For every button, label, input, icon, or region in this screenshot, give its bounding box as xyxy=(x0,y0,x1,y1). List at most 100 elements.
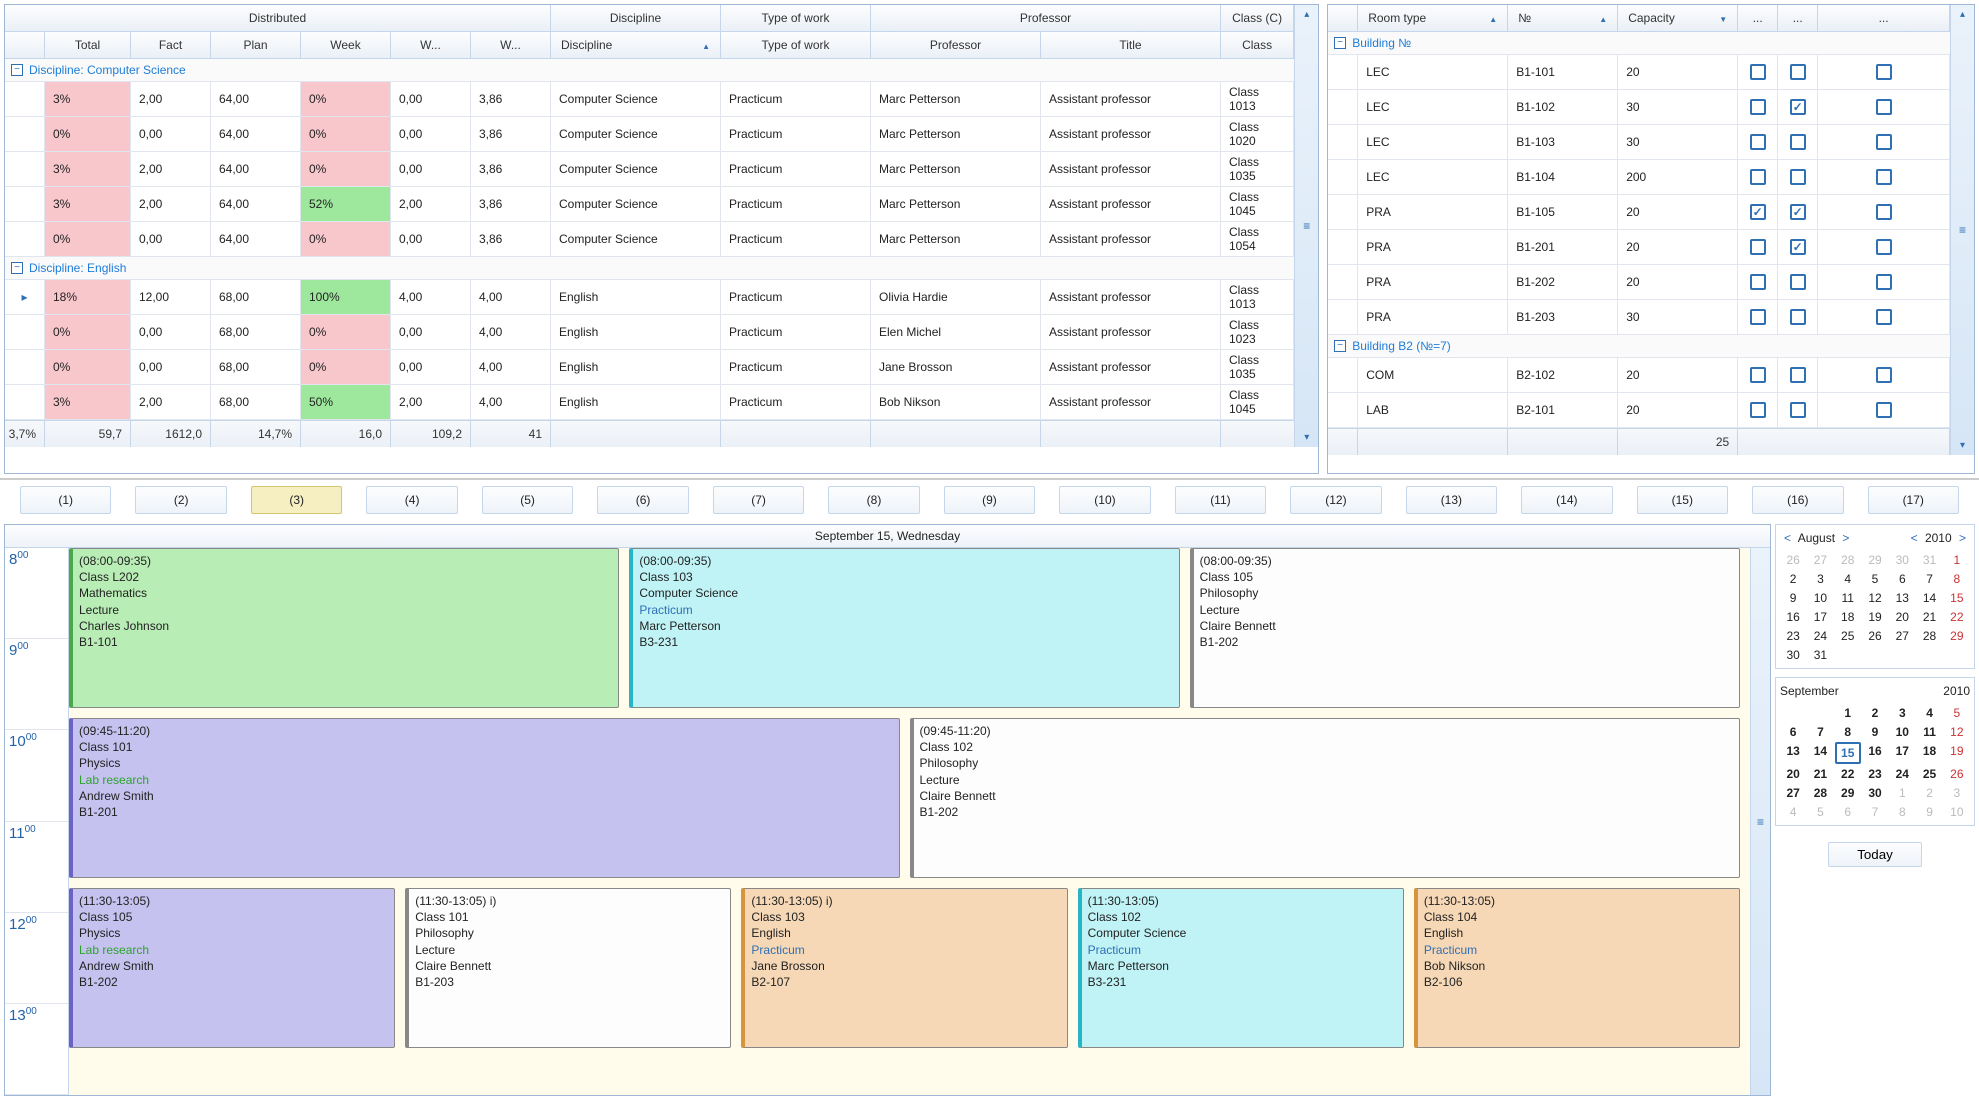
checkbox[interactable] xyxy=(1790,367,1806,383)
calendar-day[interactable]: 30 xyxy=(1862,784,1888,802)
calendar-day[interactable]: 29 xyxy=(1944,627,1970,645)
calendar-day[interactable]: 4 xyxy=(1780,803,1806,821)
prev-month-icon[interactable]: < xyxy=(1780,531,1795,545)
calendar-day[interactable]: 10 xyxy=(1807,589,1833,607)
calendar-day[interactable]: 10 xyxy=(1944,803,1970,821)
scroll-down-icon[interactable]: ▾ xyxy=(1300,428,1313,447)
calendar-day[interactable]: 13 xyxy=(1889,589,1915,607)
calendar-event[interactable]: (11:30-13:05)Class 105PhysicsLab researc… xyxy=(69,888,395,1048)
prev-year-icon[interactable]: < xyxy=(1907,531,1922,545)
left-grid-scrollbar[interactable]: ▴ ≡ ▾ xyxy=(1294,5,1318,447)
table-row[interactable]: 0% 0,00 68,00 0% 0,00 4,00 English Pract… xyxy=(5,350,1294,385)
week-button[interactable]: (17) xyxy=(1868,486,1959,514)
collapse-icon[interactable]: − xyxy=(1334,340,1346,352)
checkbox[interactable] xyxy=(1790,204,1806,220)
calendar-day[interactable]: 22 xyxy=(1944,608,1970,626)
col-week[interactable]: Week xyxy=(301,32,391,58)
checkbox[interactable] xyxy=(1750,204,1766,220)
col-type-of-work[interactable]: Type of work xyxy=(721,32,871,58)
calendar-day[interactable]: 16 xyxy=(1780,608,1806,626)
calendar-day[interactable]: 3 xyxy=(1807,570,1833,588)
col-fact[interactable]: Fact xyxy=(131,32,211,58)
table-row[interactable]: 3% 2,00 68,00 50% 2,00 4,00 English Prac… xyxy=(5,385,1294,420)
calendar-event[interactable]: (08:00-09:35)Class 105PhilosophyLectureC… xyxy=(1190,548,1740,708)
week-button[interactable]: (15) xyxy=(1637,486,1728,514)
week-button[interactable]: (9) xyxy=(944,486,1035,514)
week-button[interactable]: (8) xyxy=(828,486,919,514)
table-row[interactable]: LEC B1-103 30 xyxy=(1328,125,1950,160)
table-row[interactable]: 0% 0,00 64,00 0% 0,00 3,86 Computer Scie… xyxy=(5,222,1294,257)
calendar-day[interactable]: 7 xyxy=(1862,803,1888,821)
calendar-day[interactable]: 17 xyxy=(1807,608,1833,626)
week-button[interactable]: (16) xyxy=(1752,486,1843,514)
calendar-day[interactable]: 29 xyxy=(1835,784,1861,802)
calendar-day[interactable]: 23 xyxy=(1780,627,1806,645)
calendar-day[interactable]: 1 xyxy=(1835,704,1861,722)
table-row[interactable]: PRA B1-105 20 xyxy=(1328,195,1950,230)
calendar-day[interactable]: 24 xyxy=(1889,765,1915,783)
group-header-distributed[interactable]: Distributed xyxy=(5,5,551,31)
table-row[interactable]: COM B2-102 20 xyxy=(1328,358,1950,393)
calendar-day[interactable]: 2 xyxy=(1780,570,1806,588)
calendar-day[interactable]: 14 xyxy=(1807,742,1833,764)
calendar-day[interactable]: 21 xyxy=(1807,765,1833,783)
calendar-day[interactable]: 10 xyxy=(1889,723,1915,741)
col-plan[interactable]: Plan xyxy=(211,32,301,58)
calendar-day[interactable]: 30 xyxy=(1889,551,1915,569)
table-row[interactable]: LAB B2-101 20 xyxy=(1328,393,1950,428)
calendar-event[interactable]: (08:00-09:35)Class 103Computer SciencePr… xyxy=(629,548,1179,708)
scroll-grip-icon[interactable]: ≡ xyxy=(1757,815,1764,829)
calendar-day[interactable]: 13 xyxy=(1780,742,1806,764)
calendar-day[interactable]: 4 xyxy=(1916,704,1942,722)
col-check-3[interactable]: ... xyxy=(1818,5,1950,31)
week-button[interactable]: (4) xyxy=(366,486,457,514)
calendar-day[interactable]: 15 xyxy=(1944,589,1970,607)
table-row[interactable]: 0% 0,00 68,00 0% 0,00 4,00 English Pract… xyxy=(5,315,1294,350)
table-row[interactable]: LEC B1-102 30 xyxy=(1328,90,1950,125)
collapse-icon[interactable]: − xyxy=(1334,37,1346,49)
scroll-grip-icon[interactable]: ≡ xyxy=(1959,223,1966,237)
checkbox[interactable] xyxy=(1876,64,1892,80)
calendar-day[interactable]: 8 xyxy=(1889,803,1915,821)
today-button[interactable]: Today xyxy=(1828,842,1922,867)
col-title[interactable]: Title xyxy=(1041,32,1221,58)
table-row[interactable]: 0% 0,00 64,00 0% 0,00 3,86 Computer Scie… xyxy=(5,117,1294,152)
col-w2[interactable]: W... xyxy=(471,32,551,58)
checkbox[interactable] xyxy=(1790,274,1806,290)
checkbox[interactable] xyxy=(1876,309,1892,325)
calendar-day[interactable]: 1 xyxy=(1889,784,1915,802)
calendar-day[interactable]: 9 xyxy=(1780,589,1806,607)
col-check-2[interactable]: ... xyxy=(1778,5,1818,31)
calendar-day[interactable]: 14 xyxy=(1916,589,1942,607)
table-row[interactable]: 3% 2,00 64,00 0% 0,00 3,86 Computer Scie… xyxy=(5,82,1294,117)
calendar-day[interactable]: 12 xyxy=(1944,723,1970,741)
col-total[interactable]: Total xyxy=(45,32,131,58)
col-room-type[interactable]: Room type xyxy=(1358,5,1508,31)
calendar-day[interactable]: 31 xyxy=(1807,646,1833,664)
calendar-day[interactable]: 23 xyxy=(1862,765,1888,783)
checkbox[interactable] xyxy=(1790,169,1806,185)
week-button[interactable]: (6) xyxy=(597,486,688,514)
calendar-day[interactable]: 5 xyxy=(1944,704,1970,722)
calendar-day[interactable]: 17 xyxy=(1889,742,1915,764)
next-month-icon[interactable]: > xyxy=(1838,531,1853,545)
calendar-day[interactable]: 28 xyxy=(1807,784,1833,802)
calendar-day[interactable]: 3 xyxy=(1889,704,1915,722)
calendar-day[interactable]: 18 xyxy=(1835,608,1861,626)
calendar-day[interactable]: 7 xyxy=(1807,723,1833,741)
calendar-day[interactable]: 6 xyxy=(1780,723,1806,741)
calendar-day[interactable]: 12 xyxy=(1862,589,1888,607)
group-row[interactable]: −Discipline: English xyxy=(5,257,1294,280)
calendar-event[interactable]: (11:30-13:05)Class 102Computer SciencePr… xyxy=(1078,888,1404,1048)
group-row[interactable]: −Discipline: Computer Science xyxy=(5,59,1294,82)
calendar-day[interactable]: 28 xyxy=(1916,627,1942,645)
calendar-day[interactable] xyxy=(1780,704,1806,722)
calendar-day[interactable]: 11 xyxy=(1835,589,1861,607)
table-row[interactable]: PRA B1-201 20 xyxy=(1328,230,1950,265)
checkbox[interactable] xyxy=(1750,239,1766,255)
checkbox[interactable] xyxy=(1876,99,1892,115)
calendar-day[interactable]: 19 xyxy=(1862,608,1888,626)
checkbox[interactable] xyxy=(1750,367,1766,383)
calendar-event[interactable]: (11:30-13:05)Class 104EnglishPracticumBo… xyxy=(1414,888,1740,1048)
scroll-down-icon[interactable]: ▾ xyxy=(1956,436,1969,455)
